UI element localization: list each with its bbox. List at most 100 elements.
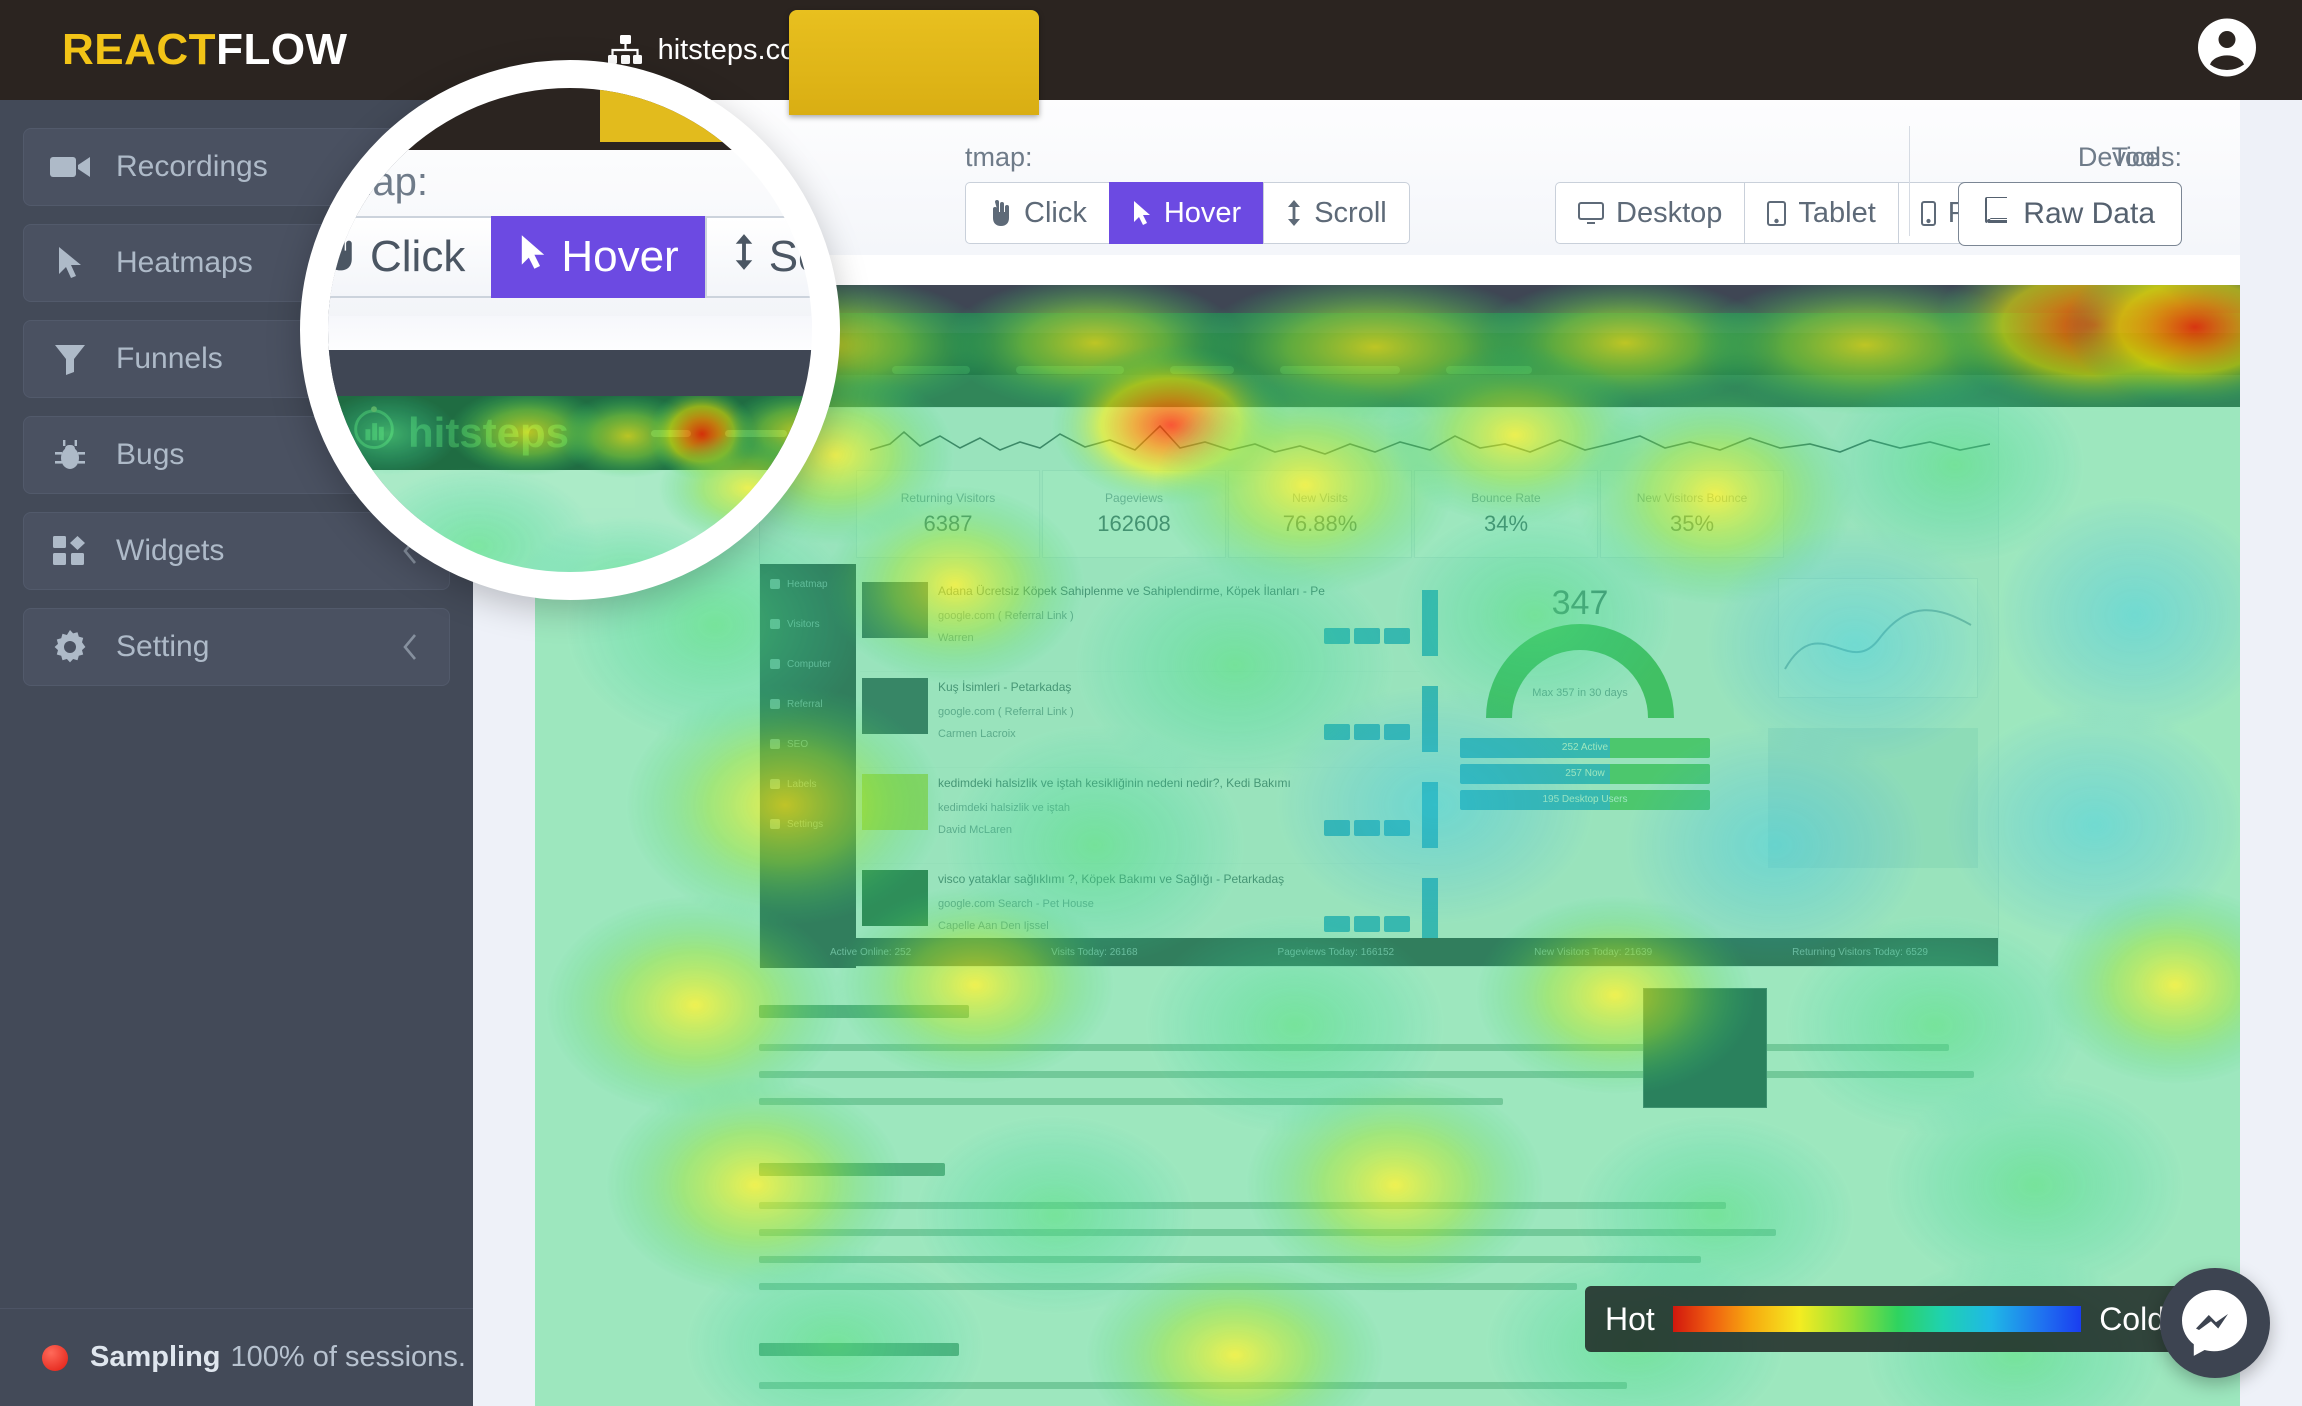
tab-click-label: Click	[1024, 196, 1087, 229]
arrows-v-icon	[733, 232, 755, 282]
magnified-heatmap-type-group: Click Hover Scroll	[328, 216, 812, 298]
list-item: Referral	[760, 684, 856, 724]
logo-flow: FLOW	[216, 25, 348, 74]
magnified-topbar	[328, 88, 812, 150]
messenger-icon	[2178, 1284, 2252, 1363]
gauge-arc	[1486, 624, 1674, 719]
row-name: David McLaren	[938, 824, 1012, 836]
kpi-card: New Visitors Bounce 35%	[1600, 470, 1784, 558]
kpi-label: Bounce Rate	[1471, 491, 1541, 505]
magnified-active-tab	[600, 88, 752, 142]
live-insight-chart	[1778, 578, 1978, 698]
legend-color-scale	[1672, 1306, 2082, 1332]
sampling-label: Sampling	[90, 1341, 221, 1373]
row-expand-arrow	[1422, 878, 1438, 944]
kpi-card: New Visits 76.88%	[1228, 470, 1412, 558]
status-dot-icon	[42, 1344, 68, 1371]
mobile-icon	[1920, 200, 1936, 226]
desktop-icon	[1578, 202, 1604, 224]
tab-click[interactable]: Click	[965, 182, 1110, 244]
row-source: google.com ( Referral Link )	[938, 610, 1074, 622]
footer-stat: New Visitors Today: 21639	[1534, 946, 1653, 958]
captured-dashboard-footer: Active Online: 252 Visits Today: 26168 P…	[760, 938, 1998, 966]
funnel-icon	[24, 343, 116, 375]
bar-row: 252 Active	[1460, 738, 1710, 758]
legend-cold-label: Cold	[2099, 1300, 2165, 1337]
kpi-label: New Visits	[1292, 491, 1348, 505]
avatar[interactable]	[2196, 17, 2258, 84]
row-title: Adana Ücretsiz Köpek Sahiplenme ve Sahip…	[938, 584, 1325, 598]
sampling-value: 100% of sessions.	[230, 1341, 466, 1373]
gear-icon	[24, 630, 116, 664]
online-bars: 252 Active 257 Now 195 Desktop Users	[1460, 738, 1710, 816]
kpi-value: 162608	[1097, 511, 1171, 536]
list-item: Labels	[760, 764, 856, 804]
kpi-row: Returning Visitors 6387 Pageviews 162608…	[856, 470, 1784, 558]
active-page-tab[interactable]	[789, 10, 1039, 115]
row-chips	[1324, 916, 1410, 932]
geo-map	[1768, 728, 1978, 868]
row-source: google.com ( Referral Link )	[938, 706, 1074, 718]
magnified-tab-hover[interactable]: Hover	[491, 216, 705, 298]
table-row: Adana Ücretsiz Köpek Sahiplenme ve Sahip…	[860, 576, 1438, 672]
legend-hot-label: Hot	[1605, 1300, 1655, 1337]
row-title: visco yataklar sağlıklımı ?, Köpek Bakım…	[938, 872, 1285, 886]
kpi-card: Pageviews 162608	[1042, 470, 1226, 558]
messenger-chat-button[interactable]	[2160, 1268, 2270, 1378]
magnified-tab-hover-label: Hover	[561, 232, 679, 281]
magnified-heat-overlay	[328, 396, 812, 572]
tools-divider	[1909, 126, 1910, 236]
mouse-arrow-icon	[519, 232, 547, 282]
hand-pointer-icon	[328, 232, 356, 282]
row-source: google.com Search - Pet House	[938, 898, 1094, 910]
device-desktop-button[interactable]: Desktop	[1555, 182, 1746, 244]
app-logo[interactable]: REACTFLOW	[62, 25, 348, 75]
logo-react: REACT	[62, 25, 217, 74]
bar-row: 195 Desktop Users	[1460, 790, 1710, 810]
content-block	[759, 1343, 1999, 1406]
tab-scroll[interactable]: Scroll	[1263, 182, 1410, 244]
device-tablet-label: Tablet	[1798, 196, 1876, 229]
online-now-value: 347	[1551, 584, 1609, 622]
mouse-arrow-icon	[1132, 200, 1152, 226]
sampling-status: Sampling 100% of sessions.	[0, 1308, 473, 1406]
captured-nav	[891, 366, 1532, 374]
kpi-label: Pageviews	[1104, 491, 1164, 505]
magnified-captured-topbar	[328, 350, 812, 396]
list-item: Computer	[760, 644, 856, 684]
kpi-value: 35%	[1669, 511, 1715, 536]
kpi-label: Returning Visitors	[900, 491, 996, 505]
bar-row: 257 Now	[1460, 764, 1710, 784]
tab-hover[interactable]: Hover	[1108, 182, 1265, 244]
kpi-card: Returning Visitors 6387	[856, 470, 1040, 558]
heatmap-type-group: tmap: Click Hover Scroll	[965, 142, 1410, 244]
captured-dashboard-sidenav: Heatmap Visitors Computer Referral SEO L…	[760, 564, 856, 968]
thumbnail	[862, 870, 928, 926]
row-title: kedimdeki halsizlik ve iştah kesikliğini…	[938, 776, 1291, 790]
table-row: kedimdeki halsizlik ve iştah kesikliğini…	[860, 768, 1438, 864]
list-item: SEO	[760, 724, 856, 764]
sidebar-item-label: Setting	[116, 630, 210, 663]
sidebar-item-setting[interactable]: Setting	[23, 608, 450, 686]
thumbnail	[862, 678, 928, 734]
device-desktop-label: Desktop	[1616, 196, 1723, 229]
magnified-tab-scroll[interactable]: Scroll	[704, 216, 812, 298]
hand-pointer-icon	[988, 200, 1012, 226]
kpi-value: 6387	[923, 511, 973, 536]
tools-group: Tools: Raw Data	[1958, 142, 2182, 246]
tablet-icon	[1767, 200, 1787, 226]
online-now-gauge: 347 Max 357 in 30 days	[1460, 584, 1700, 744]
device-tablet-button[interactable]: Tablet	[1744, 182, 1899, 244]
row-title: Kuş İsimleri - Petarkadaş	[938, 680, 1072, 694]
raw-data-label: Raw Data	[2023, 197, 2155, 230]
magnified-tab-click[interactable]: Click	[328, 216, 492, 298]
raw-data-button[interactable]: Raw Data	[1958, 182, 2182, 246]
row-chips	[1324, 724, 1410, 740]
magnifier-content: tmap: Click Hover Scroll	[328, 88, 812, 572]
video-camera-icon	[24, 154, 116, 180]
thumbnail	[862, 774, 928, 830]
row-city: Warren	[938, 632, 974, 644]
kpi-card: Bounce Rate 34%	[1414, 470, 1598, 558]
sparkline-chart	[870, 424, 1990, 455]
row-city: Capelle Aan Den Ijssel	[938, 920, 1049, 932]
